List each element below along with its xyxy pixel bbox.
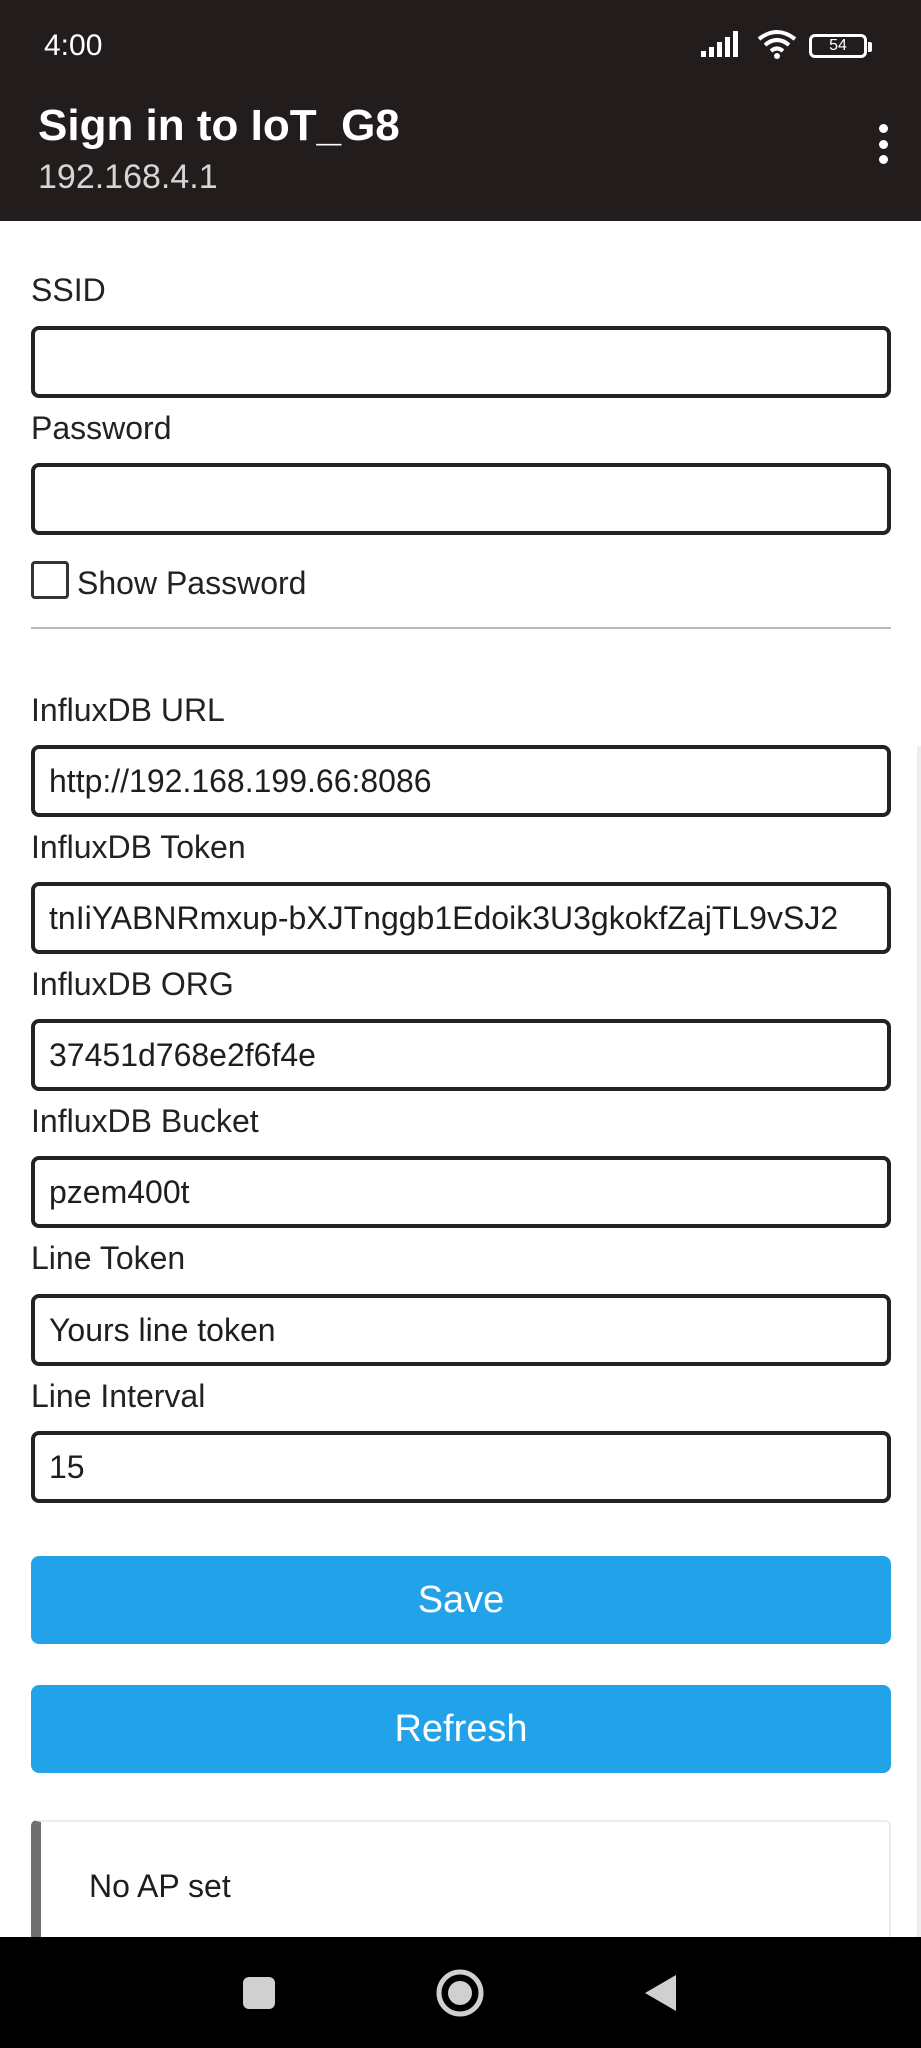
navigation-bar bbox=[0, 1937, 921, 2048]
ssid-label: SSID bbox=[31, 272, 106, 308]
scrollbar[interactable] bbox=[917, 746, 921, 1937]
app-bar: Sign in to IoT_G8 192.168.4.1 bbox=[0, 92, 921, 221]
status-bar: 4:00 54 bbox=[0, 0, 921, 92]
influxdb-org-input[interactable]: 37451d768e2f6f4e bbox=[31, 1019, 891, 1091]
back-triangle-icon[interactable] bbox=[624, 1957, 696, 2029]
battery-level: 54 bbox=[829, 37, 847, 54]
line-interval-label: Line Interval bbox=[31, 1378, 206, 1414]
menu-dot bbox=[878, 155, 888, 164]
login-form: SSID Password Show Password InfluxDB URL… bbox=[0, 221, 921, 1937]
status-icons: 54 bbox=[701, 28, 872, 64]
ssid-input[interactable] bbox=[31, 326, 891, 398]
show-password-checkbox[interactable] bbox=[31, 561, 69, 599]
menu-dot bbox=[878, 139, 888, 149]
page-subtitle: 192.168.4.1 bbox=[38, 158, 218, 196]
page-title: Sign in to IoT_G8 bbox=[38, 101, 400, 150]
more-vert-icon[interactable] bbox=[871, 122, 895, 166]
password-label: Password bbox=[31, 410, 172, 446]
influxdb-org-label: InfluxDB ORG bbox=[31, 966, 234, 1002]
status-message: No AP set bbox=[89, 1868, 231, 1904]
influxdb-url-input[interactable]: http://192.168.199.66:8086 bbox=[31, 745, 891, 817]
influxdb-url-label: InfluxDB URL bbox=[31, 692, 225, 728]
wifi-icon bbox=[757, 29, 797, 64]
influxdb-bucket-label: InfluxDB Bucket bbox=[31, 1103, 259, 1139]
home-circle-icon[interactable] bbox=[424, 1957, 496, 2029]
save-button[interactable]: Save bbox=[31, 1556, 891, 1644]
influxdb-token-label: InfluxDB Token bbox=[31, 829, 246, 865]
divider bbox=[31, 627, 891, 629]
influxdb-bucket-input[interactable]: pzem400t bbox=[31, 1156, 891, 1228]
recents-square-icon[interactable] bbox=[223, 1957, 295, 2029]
status-time: 4:00 bbox=[44, 29, 103, 62]
status-message-box: No AP set bbox=[31, 1820, 891, 1937]
battery-icon: 54 bbox=[809, 34, 872, 58]
line-token-input[interactable]: Yours line token bbox=[31, 1294, 891, 1366]
line-token-label: Line Token bbox=[31, 1240, 186, 1276]
password-input[interactable] bbox=[31, 463, 891, 535]
refresh-button[interactable]: Refresh bbox=[31, 1685, 891, 1773]
line-interval-input[interactable]: 15 bbox=[31, 1431, 891, 1503]
show-password-label[interactable]: Show Password bbox=[77, 563, 306, 603]
signal-icon bbox=[701, 30, 745, 62]
menu-dot bbox=[878, 124, 888, 133]
influxdb-token-input[interactable]: tnIiYABNRmxup-bXJTnggb1Edoik3U3gkokfZajT… bbox=[31, 882, 891, 954]
